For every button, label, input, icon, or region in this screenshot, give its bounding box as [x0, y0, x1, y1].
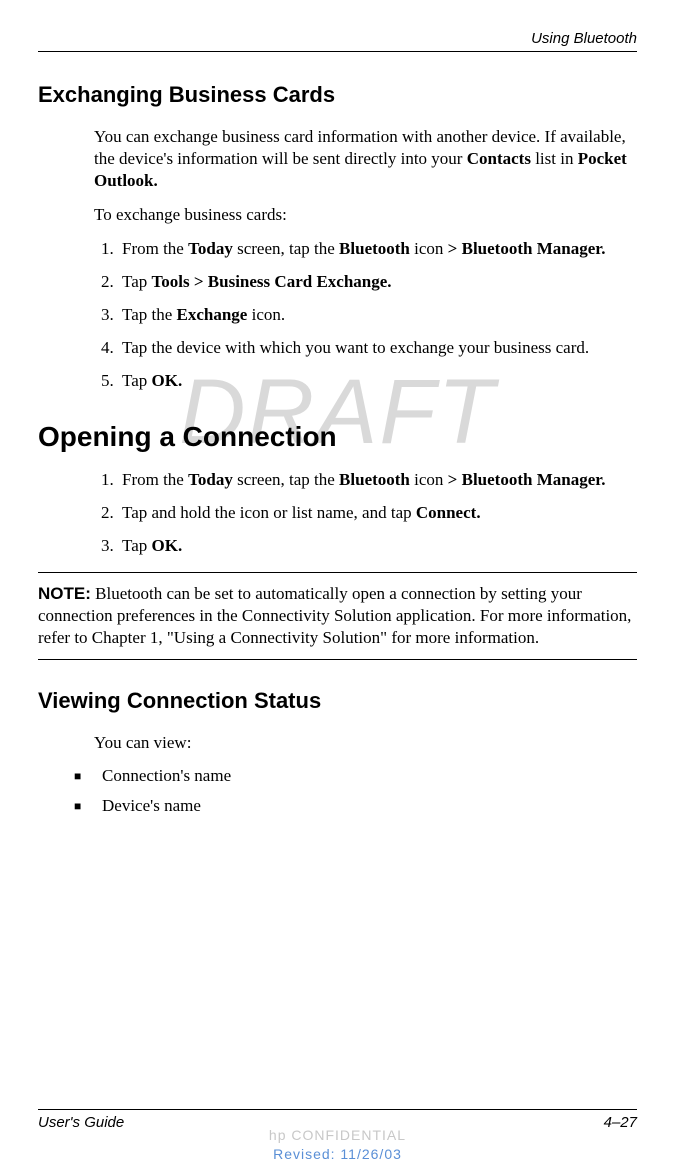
- text-run: Tap and hold the icon or list name, and …: [122, 503, 416, 522]
- bold-text: Bluetooth: [339, 470, 410, 489]
- text-run: Tap: [122, 536, 152, 555]
- text-run: Tap: [122, 371, 152, 390]
- step-item: Tap the device with which you want to ex…: [118, 337, 637, 360]
- page-content: Using Bluetooth Exchanging Business Card…: [38, 30, 637, 816]
- bold-text: > Bluetooth Manager.: [448, 239, 606, 258]
- section-heading-exchanging: Exchanging Business Cards: [38, 82, 637, 108]
- bold-text: Tools > Business Card Exchange.: [152, 272, 392, 291]
- text-run: From the: [122, 470, 188, 489]
- text-run: list in: [531, 149, 578, 168]
- chapter-title: Using Bluetooth: [531, 30, 637, 47]
- bold-text: Today: [188, 470, 233, 489]
- step-item: Tap Tools > Business Card Exchange.: [118, 271, 637, 294]
- note-label: NOTE:: [38, 584, 91, 603]
- bold-text: Exchange: [177, 305, 248, 324]
- bold-text: Connect.: [416, 503, 481, 522]
- steps-list-1: From the Today screen, tap the Bluetooth…: [118, 238, 637, 393]
- bold-text: Today: [188, 239, 233, 258]
- bullet-item: Connection's name: [74, 766, 637, 786]
- intro-paragraph: You can exchange business card informati…: [94, 126, 637, 192]
- text-run: Tap: [122, 272, 152, 291]
- lead-text-2: You can view:: [94, 732, 637, 754]
- text-run: From the: [122, 239, 188, 258]
- step-item: Tap OK.: [118, 535, 637, 558]
- text-run: Tap the device with which you want to ex…: [122, 338, 589, 357]
- bullet-item: Device's name: [74, 796, 637, 816]
- page-header: Using Bluetooth: [38, 30, 637, 52]
- step-item: Tap OK.: [118, 370, 637, 393]
- step-item: From the Today screen, tap the Bluetooth…: [118, 238, 637, 261]
- steps-list-2: From the Today screen, tap the Bluetooth…: [118, 469, 637, 558]
- text-run: icon: [410, 470, 448, 489]
- note-block: NOTE: Bluetooth can be set to automatica…: [38, 572, 637, 660]
- text-run: screen, tap the: [233, 239, 339, 258]
- text-run: icon.: [247, 305, 285, 324]
- bold-text: OK.: [152, 371, 183, 390]
- text-run: Tap the: [122, 305, 177, 324]
- step-item: From the Today screen, tap the Bluetooth…: [118, 469, 637, 492]
- text-run: icon: [410, 239, 448, 258]
- revised-date: Revised: 11/26/03: [0, 1145, 675, 1165]
- step-item: Tap and hold the icon or list name, and …: [118, 502, 637, 525]
- section-heading-viewing: Viewing Connection Status: [38, 688, 637, 714]
- step-item: Tap the Exchange icon.: [118, 304, 637, 327]
- section-heading-opening: Opening a Connection: [38, 421, 637, 453]
- confidential-block: hp CONFIDENTIAL Revised: 11/26/03: [0, 1126, 675, 1165]
- bold-text: Contacts: [467, 149, 531, 168]
- bullet-list: Connection's name Device's name: [74, 766, 637, 816]
- note-text: Bluetooth can be set to automatically op…: [38, 584, 631, 647]
- text-run: screen, tap the: [233, 470, 339, 489]
- bold-text: > Bluetooth Manager.: [448, 470, 606, 489]
- bold-text: OK.: [152, 536, 183, 555]
- lead-text: To exchange business cards:: [94, 204, 637, 226]
- confidential-text: hp CONFIDENTIAL: [0, 1126, 675, 1146]
- bold-text: Bluetooth: [339, 239, 410, 258]
